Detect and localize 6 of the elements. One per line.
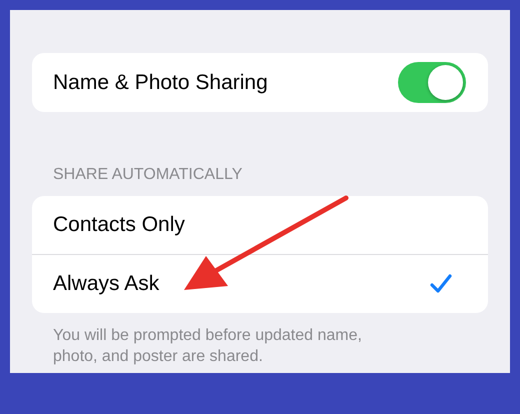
option-item[interactable]: Contacts Only xyxy=(53,213,185,237)
toggle-switch[interactable] xyxy=(398,62,466,103)
option-item[interactable]: Always Ask xyxy=(53,272,160,296)
section-header: SHARE AUTOMATICALLY xyxy=(53,166,244,185)
setting-label: Name & Photo Sharing xyxy=(53,70,268,94)
footer-note: You will be prompted before updated name, photo, and poster are shared. xyxy=(53,326,363,367)
